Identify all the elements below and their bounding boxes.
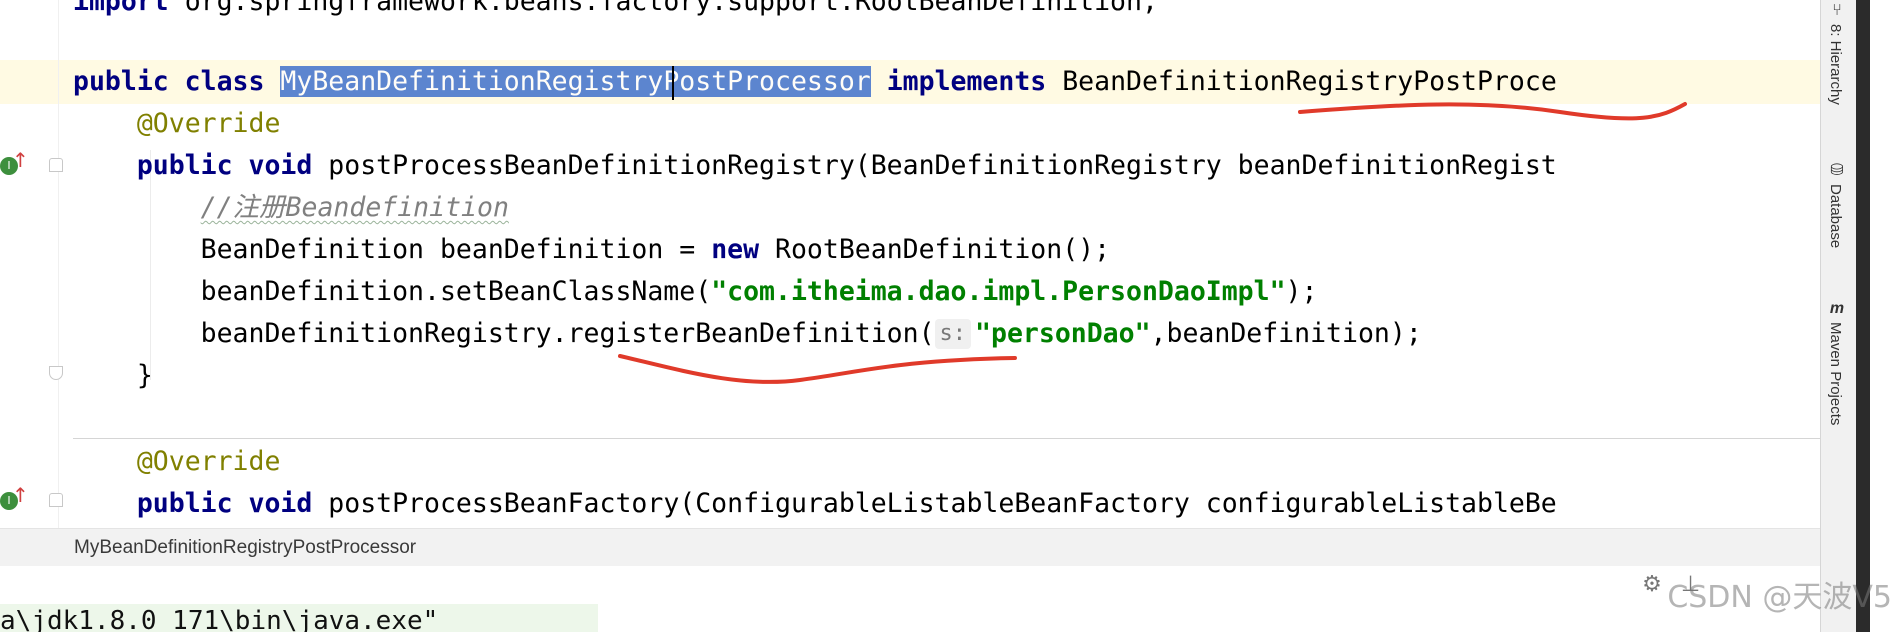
code-token: public void (136, 150, 329, 181)
tool-window-label: 8: Hierarchy (1827, 24, 1844, 105)
parameter-hint: s: (934, 319, 972, 349)
code-token: implements (886, 66, 1063, 97)
fold-marker-icon[interactable] (49, 493, 63, 507)
code-token: ); (1285, 276, 1318, 307)
fold-marker-icon[interactable] (49, 366, 63, 380)
tool-window-label: Maven Projects (1827, 322, 1844, 426)
right-tool-sidebar: ⑂ 8: Hierarchy ⛁ Database m Maven Projec… (1820, 0, 1856, 632)
code-token: public class (73, 66, 281, 97)
code-token: public void (136, 488, 329, 519)
code-token: import (73, 0, 185, 17)
code-line[interactable]: public void postProcessBeanDefinitionReg… (73, 146, 1557, 186)
code-line[interactable]: } (73, 356, 153, 396)
watermark: CSDN @天波V5 (1667, 580, 1892, 615)
database-icon: ⛁ (1830, 162, 1844, 179)
code-token: MyBeanDefinitionRegistryPostProcessor (280, 66, 871, 97)
code-line[interactable]: public class MyBeanDefinitionRegistryPos… (73, 62, 1557, 102)
tool-window-hierarchy[interactable]: ⑂ 8: Hierarchy (1827, 2, 1855, 105)
window-edge (1856, 0, 1898, 632)
code-token: postProcessBeanFactory(ConfigurableLista… (328, 488, 1557, 519)
code-token: new (711, 234, 776, 265)
tool-window-database[interactable]: ⛁ Database (1827, 160, 1855, 248)
code-line[interactable]: import org.springframework.beans.factory… (73, 0, 1158, 22)
code-line[interactable]: @Override (73, 104, 281, 144)
code-token: @Override (136, 446, 281, 477)
code-line[interactable]: @Override (73, 442, 281, 482)
code-token: //注册Beandefinition (200, 192, 509, 223)
run-console: ⚙ ⊥ a\jdk1.8.0_171\bin\java.exe" (0, 566, 1820, 632)
code-token: org.springframework.beans.factory.suppor… (184, 0, 1158, 17)
code-token: postProcessBeanDefinitionRegistry(BeanDe… (328, 150, 1557, 181)
tool-window-maven[interactable]: m Maven Projects (1827, 300, 1855, 425)
code-token: "personDao" (975, 318, 1151, 349)
code-token: "com.itheima.dao.impl.PersonDaoImpl" (711, 276, 1286, 307)
code-editor[interactable]: I ↑ I ↑ import org.springframework.beans… (0, 0, 1820, 528)
breadcrumb-item[interactable]: MyBeanDefinitionRegistryPostProcessor (74, 529, 416, 567)
breadcrumb-bar: MyBeanDefinitionRegistryPostProcessor (0, 528, 1820, 566)
console-output: a\jdk1.8.0_171\bin\java.exe" (0, 604, 598, 632)
gutter-separator (58, 0, 59, 528)
code-token: @Override (136, 108, 281, 139)
method-separator (73, 438, 1820, 439)
code-token: beanDefinitionRegistry.registerBeanDefin… (73, 318, 935, 349)
code-line[interactable]: BeanDefinition beanDefinition = new Root… (73, 230, 1110, 270)
code-line[interactable]: beanDefinition.setBeanClassName("com.ith… (73, 272, 1318, 312)
text-caret (672, 66, 674, 100)
code-token: } (73, 360, 153, 391)
code-token: BeanDefinition beanDefinition = (73, 234, 712, 265)
navigate-up-arrow-icon[interactable]: ↑ (12, 150, 29, 170)
gear-icon[interactable]: ⚙ (1642, 572, 1662, 597)
hierarchy-icon: ⑂ (1832, 2, 1842, 19)
code-token: beanDefinition.setBeanClassName( (73, 276, 712, 307)
code-line[interactable]: beanDefinitionRegistry.registerBeanDefin… (73, 314, 1422, 354)
window-border (1856, 0, 1870, 632)
tool-window-label: Database (1827, 184, 1844, 249)
code-line[interactable]: public void postProcessBeanFactory(Confi… (73, 484, 1557, 524)
code-token: BeanDefinitionRegistryPostProce (1062, 66, 1557, 97)
code-token: RootBeanDefinition(); (775, 234, 1111, 265)
maven-icon: m (1829, 300, 1845, 317)
fold-marker-icon[interactable] (49, 158, 63, 172)
code-token: ,beanDefinition); (1150, 318, 1422, 349)
navigate-up-arrow-icon[interactable]: ↑ (12, 485, 29, 505)
code-line[interactable]: //注册Beandefinition (73, 188, 509, 228)
